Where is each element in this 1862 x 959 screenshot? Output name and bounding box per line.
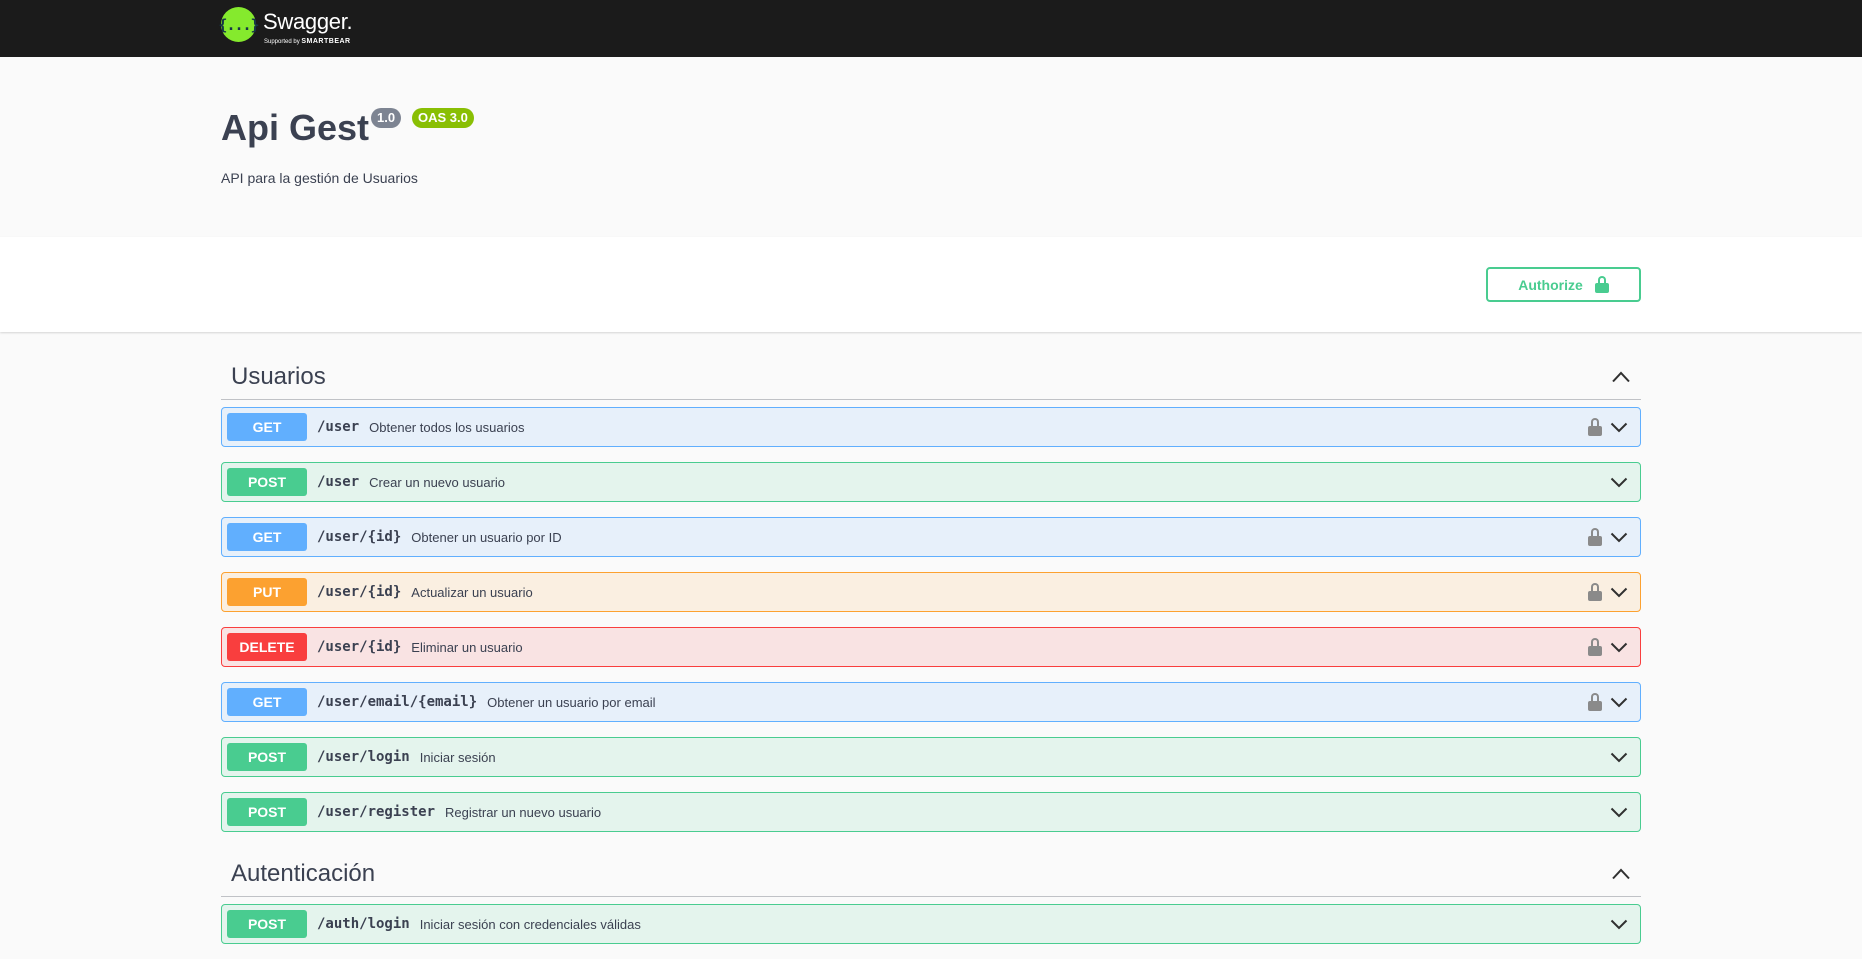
chevron-down-icon[interactable]	[1608, 416, 1630, 438]
operation-summary: Obtener todos los usuarios	[369, 419, 525, 435]
operation-summary: Obtener un usuario por ID	[411, 529, 562, 545]
operation-summary: Crear un nuevo usuario	[369, 474, 506, 490]
operation-path: /user/{id}	[317, 584, 402, 600]
operation-path: /auth/login	[317, 916, 410, 932]
operation-summary: Registrar un nuevo usuario	[445, 804, 602, 820]
operation-summary: Obtener un usuario por email	[487, 694, 656, 710]
method-badge: GET	[227, 523, 307, 551]
operation-post[interactable]: POST/user Crear un nuevo usuario	[221, 462, 1641, 502]
logo-sub-brand: SMARTBEAR	[301, 38, 351, 45]
operation-path: /user/register	[317, 804, 436, 820]
operation-path: /user/login	[317, 749, 410, 765]
operation-controls	[1588, 581, 1640, 603]
padlock-icon[interactable]	[1588, 583, 1602, 601]
operation-get[interactable]: GET/user/email/{email} Obtener un usuario…	[221, 682, 1641, 722]
padlock-icon[interactable]	[1588, 693, 1602, 711]
chevron-up-icon[interactable]	[1601, 362, 1641, 392]
operation-post[interactable]: POST/auth/login Iniciar sesión con creden…	[221, 904, 1641, 944]
operation-summary: Eliminar un usuario	[411, 639, 523, 655]
logo-subtitle: Supported by SMARTBEAR	[264, 38, 351, 46]
version-badge: 1.0	[371, 108, 402, 128]
padlock-icon[interactable]	[1588, 418, 1602, 436]
swagger-logo[interactable]: {...} Swagger. Supported by SMARTBEAR	[218, 7, 353, 49]
tag-header-usuarios[interactable]: Usuarios	[221, 355, 1641, 400]
scheme-container: Authorize	[0, 237, 1862, 332]
oas-badge: OAS 3.0	[412, 108, 474, 128]
method-badge: POST	[227, 468, 307, 496]
chevron-down-icon[interactable]	[1608, 691, 1630, 713]
chevron-down-icon[interactable]	[1608, 913, 1630, 935]
operation-controls	[1608, 746, 1640, 768]
operation-get[interactable]: GET/user Obtener todos los usuarios	[221, 407, 1641, 447]
tag-name: Autenticación	[231, 860, 376, 887]
operation-controls	[1608, 471, 1640, 493]
authorize-button[interactable]: Authorize	[1486, 267, 1641, 302]
api-info: Api Gest 1.0 OAS 3.0 API para la gestión…	[0, 57, 1862, 237]
method-badge: PUT	[227, 578, 307, 606]
operation-summary: Actualizar un usuario	[411, 584, 533, 600]
operation-put[interactable]: PUT/user/{id} Actualizar un usuario	[221, 572, 1641, 612]
padlock-icon[interactable]	[1588, 638, 1602, 656]
logo-name: Swagger.	[263, 9, 353, 34]
operation-controls	[1588, 416, 1640, 438]
chevron-down-icon[interactable]	[1608, 526, 1630, 548]
operation-get[interactable]: GET/user/{id} Obtener un usuario por ID	[221, 517, 1641, 557]
method-badge: GET	[227, 688, 307, 716]
chevron-down-icon[interactable]	[1608, 801, 1630, 823]
api-title: Api Gest	[221, 107, 370, 148]
chevron-down-icon[interactable]	[1608, 471, 1630, 493]
operation-controls	[1588, 691, 1640, 713]
api-description: API para la gestión de Usuarios	[221, 170, 418, 186]
operation-path: /user	[317, 419, 360, 435]
topbar: {...} Swagger. Supported by SMARTBEAR	[0, 0, 1862, 57]
operation-controls	[1588, 526, 1640, 548]
operation-path: /user	[317, 474, 360, 490]
operation-controls	[1608, 801, 1640, 823]
operation-post[interactable]: POST/user/login Iniciar sesión	[221, 737, 1641, 777]
tag-header-autenticacion[interactable]: Autenticación	[221, 852, 1641, 897]
swagger-logo-icon: {...}	[218, 7, 260, 42]
operation-post[interactable]: POST/user/register Registrar un nuevo usu…	[221, 792, 1641, 832]
operation-summary: Iniciar sesión con credenciales válidas	[419, 916, 641, 932]
operation-path: /user/email/{email}	[317, 694, 478, 710]
method-badge: GET	[227, 413, 307, 441]
method-badge: DELETE	[227, 633, 307, 661]
operation-path: /user/{id}	[317, 639, 402, 655]
authorize-label: Authorize	[1518, 276, 1583, 293]
method-badge: POST	[227, 798, 307, 826]
method-badge: POST	[227, 743, 307, 771]
logo-text: Swagger. Supported by SMARTBEAR	[263, 7, 353, 45]
method-badge: POST	[227, 910, 307, 938]
chevron-down-icon[interactable]	[1608, 581, 1630, 603]
chevron-up-icon[interactable]	[1601, 859, 1641, 889]
logo-sub-prefix: Supported by	[264, 39, 300, 45]
tag-name: Usuarios	[231, 363, 326, 390]
chevron-down-icon[interactable]	[1608, 636, 1630, 658]
operation-controls	[1608, 913, 1640, 935]
operation-controls	[1588, 636, 1640, 658]
operation-summary: Iniciar sesión	[419, 749, 496, 765]
unlocked-padlock-icon	[1594, 276, 1609, 293]
operation-delete[interactable]: DELETE/user/{id} Eliminar un usuario	[221, 627, 1641, 667]
chevron-down-icon[interactable]	[1608, 746, 1630, 768]
padlock-icon[interactable]	[1588, 528, 1602, 546]
operation-path: /user/{id}	[317, 529, 402, 545]
